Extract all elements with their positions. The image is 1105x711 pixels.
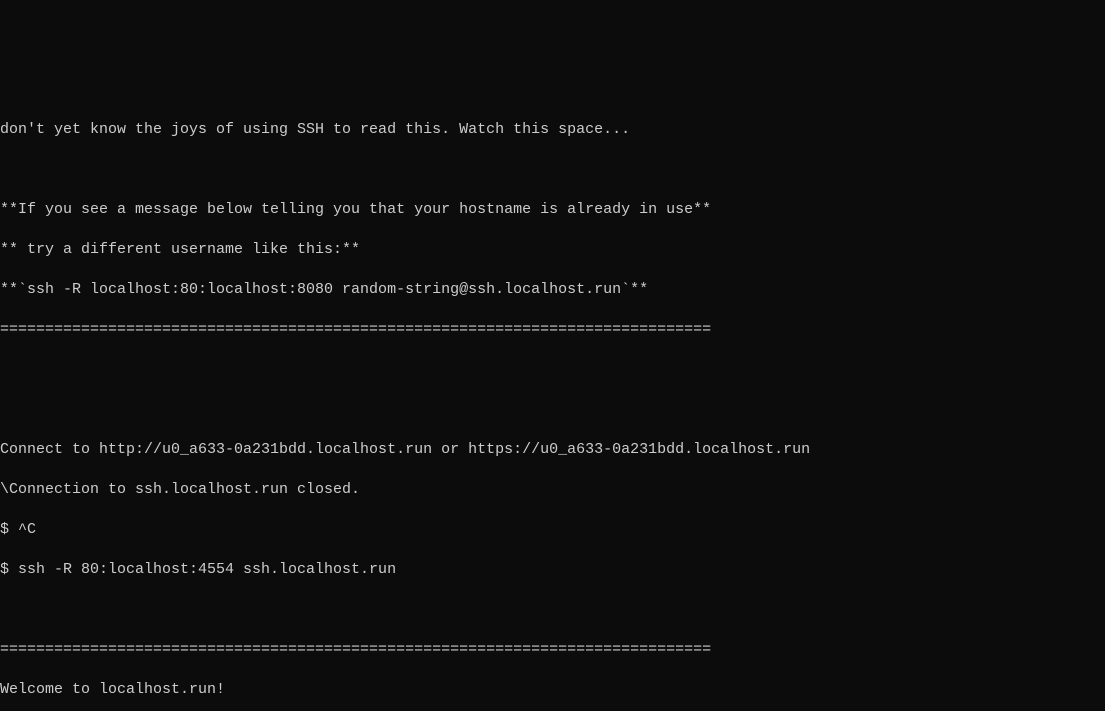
terminal-line: don't yet know the joys of using SSH to … — [0, 120, 1105, 140]
terminal-line — [0, 600, 1105, 620]
terminal-line: Welcome to localhost.run! — [0, 680, 1105, 700]
terminal-line: $ ssh -R 80:localhost:4554 ssh.localhost… — [0, 560, 1105, 580]
terminal-line: ========================================… — [0, 640, 1105, 660]
terminal-line: Connect to http://u0_a633-0a231bdd.local… — [0, 440, 1105, 460]
terminal-line: **If you see a message below telling you… — [0, 200, 1105, 220]
terminal-line — [0, 160, 1105, 180]
terminal-line: ** try a different username like this:** — [0, 240, 1105, 260]
terminal-line: ========================================… — [0, 320, 1105, 340]
terminal-output[interactable]: don't yet know the joys of using SSH to … — [0, 100, 1105, 711]
terminal-line — [0, 400, 1105, 420]
terminal-line: \Connection to ssh.localhost.run closed. — [0, 480, 1105, 500]
terminal-line — [0, 360, 1105, 380]
terminal-line: $ ^C — [0, 520, 1105, 540]
terminal-line: **`ssh -R localhost:80:localhost:8080 ra… — [0, 280, 1105, 300]
